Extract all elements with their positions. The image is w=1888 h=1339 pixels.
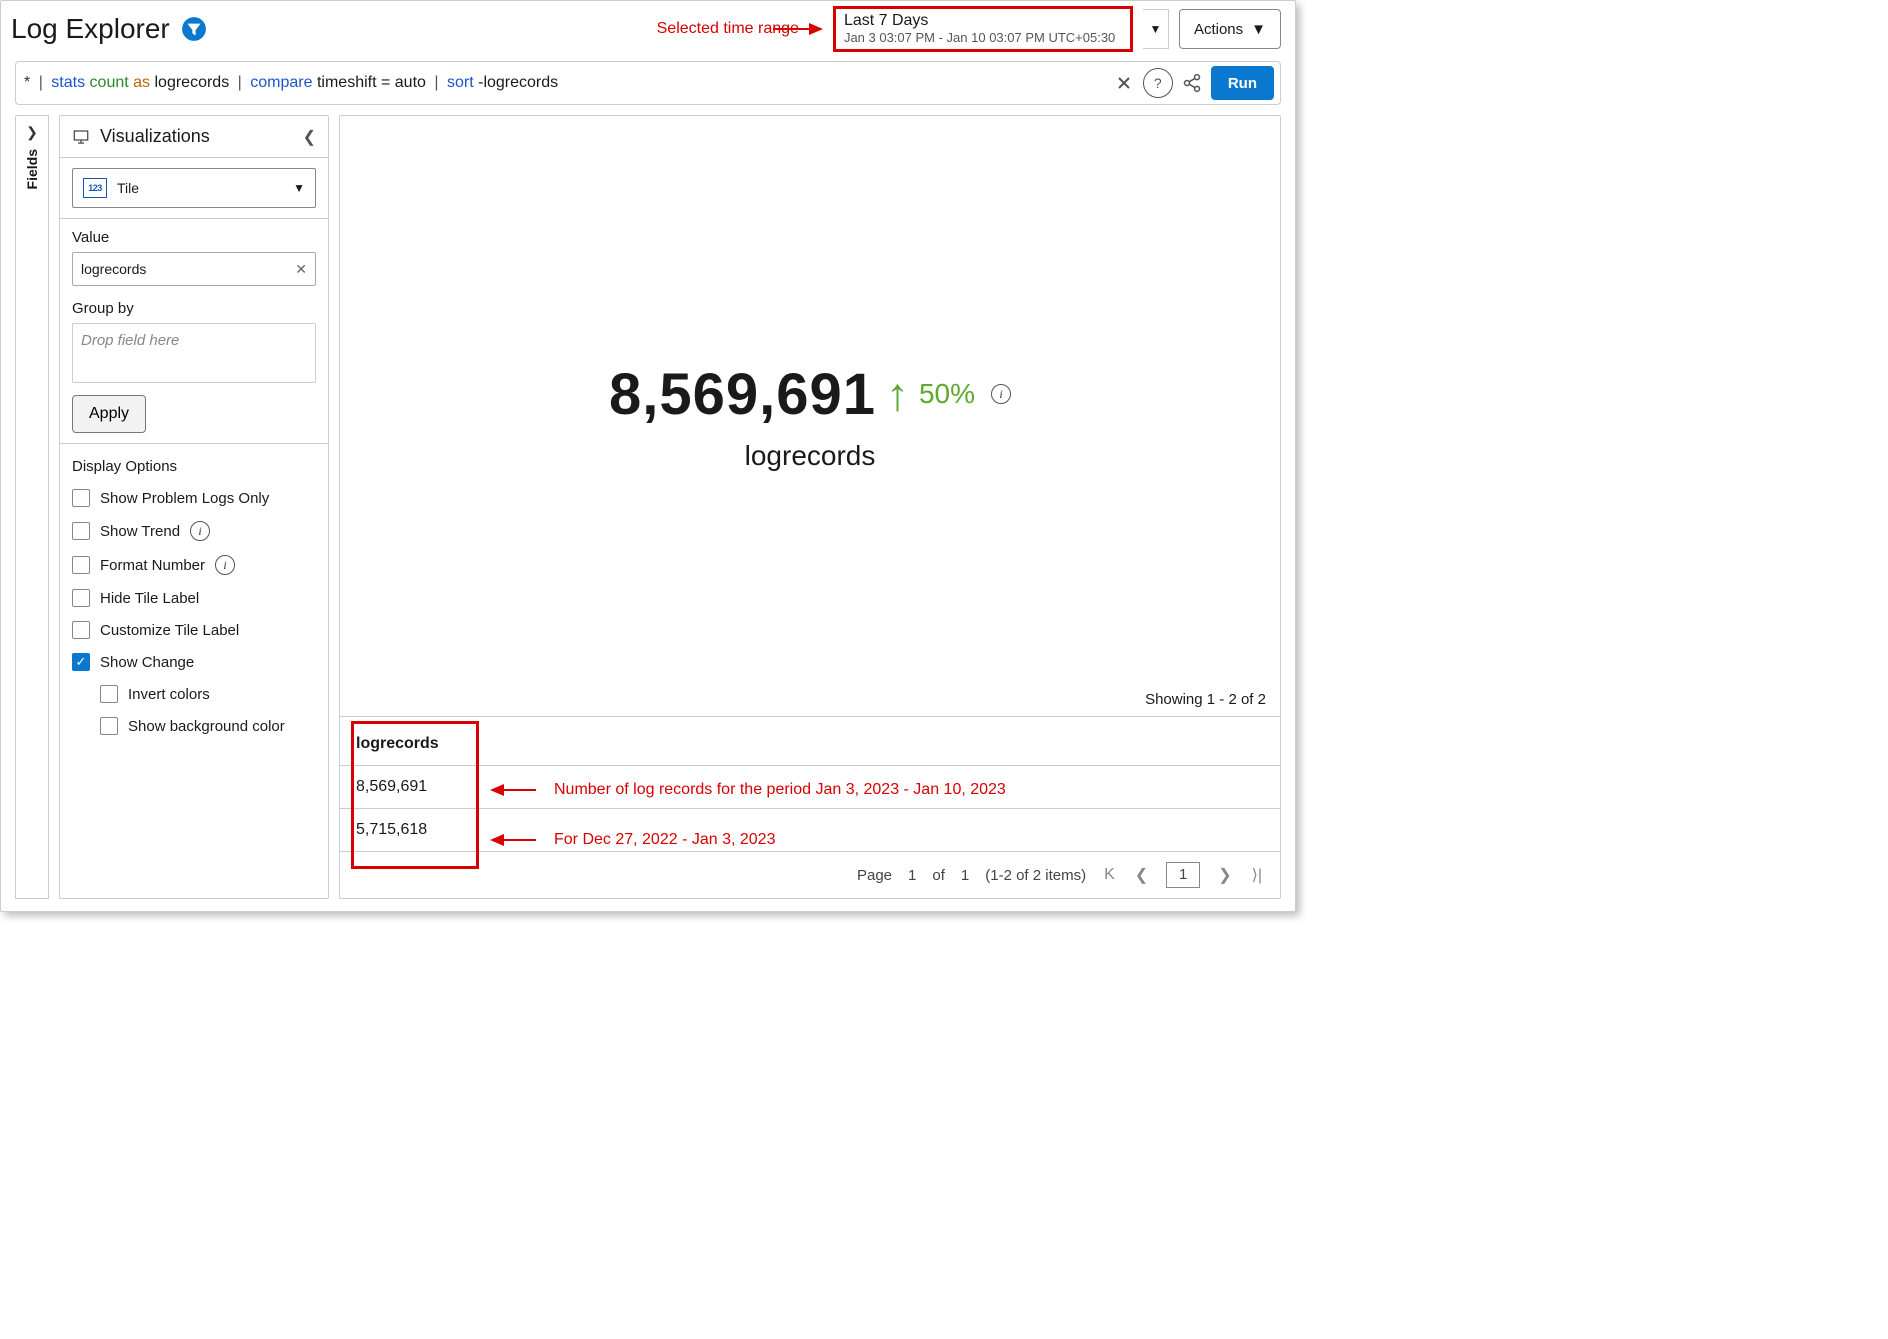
tile-label: logrecords — [745, 440, 876, 472]
tile: 8,569,691 ↑ 50% i logrecords — [340, 116, 1280, 717]
chevron-down-icon: ▼ — [1251, 21, 1266, 38]
pager-page-input[interactable]: 1 — [1166, 862, 1200, 888]
option-problem-logs[interactable]: Show Problem Logs Only — [72, 489, 316, 507]
visualization-area: 8,569,691 ↑ 50% i logrecords Showing 1 -… — [339, 115, 1281, 899]
viz-type-select[interactable]: 123 Tile ▼ — [72, 168, 316, 208]
checkbox[interactable] — [72, 556, 90, 574]
value-pill[interactable]: logrecords ✕ — [72, 252, 316, 286]
run-button[interactable]: Run — [1211, 66, 1274, 100]
value-pill-text: logrecords — [81, 261, 146, 277]
pager-first-button[interactable]: K — [1102, 866, 1117, 884]
annotation-arrow-icon — [490, 784, 504, 796]
checkbox[interactable] — [72, 489, 90, 507]
chevron-down-icon: ▼ — [293, 181, 305, 195]
groupby-dropzone[interactable]: Drop field here — [72, 323, 316, 383]
pager-next-button[interactable]: ❯ — [1216, 865, 1233, 885]
option-hide-label[interactable]: Hide Tile Label — [72, 589, 316, 607]
time-range-selector[interactable]: Last 7 Days Jan 3 03:07 PM - Jan 10 03:0… — [833, 6, 1133, 53]
first-page-icon: K — [1104, 866, 1115, 883]
share-icon — [1182, 73, 1202, 93]
column-header[interactable]: logrecords — [340, 723, 1280, 766]
pager: Page 1 of 1 (1-2 of 2 items) K ❮ 1 ❯ — [340, 852, 1280, 898]
pager-last-button[interactable]: ⟩| — [1250, 865, 1264, 885]
dropzone-placeholder: Drop field here — [81, 332, 179, 349]
header: Log Explorer Selected time range Last 7 … — [1, 1, 1295, 57]
option-format-number[interactable]: Format Number i — [72, 555, 316, 575]
chevron-left-icon: ❮ — [1135, 867, 1148, 884]
chevron-right-icon: ❯ — [1218, 867, 1231, 884]
checkbox[interactable] — [72, 589, 90, 607]
fields-tab-label: Fields — [24, 149, 40, 189]
display-options-title: Display Options — [72, 458, 316, 475]
annotation-arrow-icon — [809, 23, 823, 35]
visualizations-panel: Visualizations ❮ 123 Tile ▼ Value logrec… — [59, 115, 329, 899]
last-page-icon: ⟩| — [1252, 867, 1262, 884]
help-button[interactable]: ? — [1143, 68, 1173, 98]
chevron-left-icon: ❮ — [303, 129, 316, 146]
collapse-panel-button[interactable]: ❮ — [303, 127, 316, 147]
panel-title: Visualizations — [100, 126, 210, 147]
remove-value-button[interactable]: ✕ — [295, 261, 307, 278]
info-icon[interactable]: i — [215, 555, 235, 575]
fields-tab[interactable]: ❯ Fields — [15, 115, 49, 899]
time-range-main: Last 7 Days — [844, 11, 1122, 30]
visualization-icon — [72, 128, 90, 146]
time-range-dropdown-button[interactable]: ▼ — [1143, 9, 1169, 49]
tile-change-percent: 50% — [919, 378, 975, 410]
help-icon: ? — [1154, 75, 1162, 91]
annotation-row-1: Number of log records for the period Jan… — [490, 781, 1006, 799]
query-bar[interactable]: * | stats count as logrecords | compare … — [15, 61, 1281, 105]
pager-prev-button[interactable]: ❮ — [1133, 865, 1150, 885]
arrow-up-icon: ↑ — [886, 371, 909, 417]
option-show-change[interactable]: ✓ Show Change — [72, 653, 316, 671]
checkbox[interactable] — [72, 621, 90, 639]
info-icon[interactable]: i — [991, 384, 1011, 404]
page-title: Log Explorer — [11, 13, 170, 45]
chevron-right-icon: ❯ — [26, 124, 38, 141]
info-icon[interactable]: i — [190, 521, 210, 541]
option-invert-colors[interactable]: Invert colors — [100, 685, 316, 703]
annotation-row-2: For Dec 27, 2022 - Jan 3, 2023 — [490, 831, 775, 849]
option-customize-label[interactable]: Customize Tile Label — [72, 621, 316, 639]
filter-icon[interactable] — [180, 15, 208, 43]
time-range-detail: Jan 3 03:07 PM - Jan 10 03:07 PM UTC+05:… — [844, 30, 1122, 46]
groupby-label: Group by — [72, 300, 316, 317]
actions-button[interactable]: Actions ▼ — [1179, 9, 1281, 49]
option-background-color[interactable]: Show background color — [100, 717, 316, 735]
query-text[interactable]: * | stats count as logrecords | compare … — [24, 74, 1105, 92]
tile-value: 8,569,691 — [609, 361, 876, 428]
table-row[interactable]: 5,715,618 — [340, 809, 1280, 852]
value-label: Value — [72, 229, 316, 246]
option-show-trend[interactable]: Show Trend i — [72, 521, 316, 541]
checkbox[interactable] — [72, 522, 90, 540]
actions-label: Actions — [1194, 21, 1243, 38]
checkbox[interactable] — [100, 685, 118, 703]
close-icon — [1116, 75, 1132, 91]
viz-type-value: Tile — [117, 180, 139, 196]
apply-button[interactable]: Apply — [72, 395, 146, 433]
number-badge-icon: 123 — [83, 178, 107, 198]
showing-count: Showing 1 - 2 of 2 — [1145, 691, 1266, 708]
checkbox-checked[interactable]: ✓ — [72, 653, 90, 671]
clear-query-button[interactable] — [1109, 68, 1139, 98]
close-icon: ✕ — [295, 261, 307, 277]
annotation-arrow-icon — [490, 834, 504, 846]
checkbox[interactable] — [100, 717, 118, 735]
results-table: logrecords 8,569,691 5,715,618 Number of… — [340, 717, 1280, 898]
share-button[interactable] — [1177, 68, 1207, 98]
